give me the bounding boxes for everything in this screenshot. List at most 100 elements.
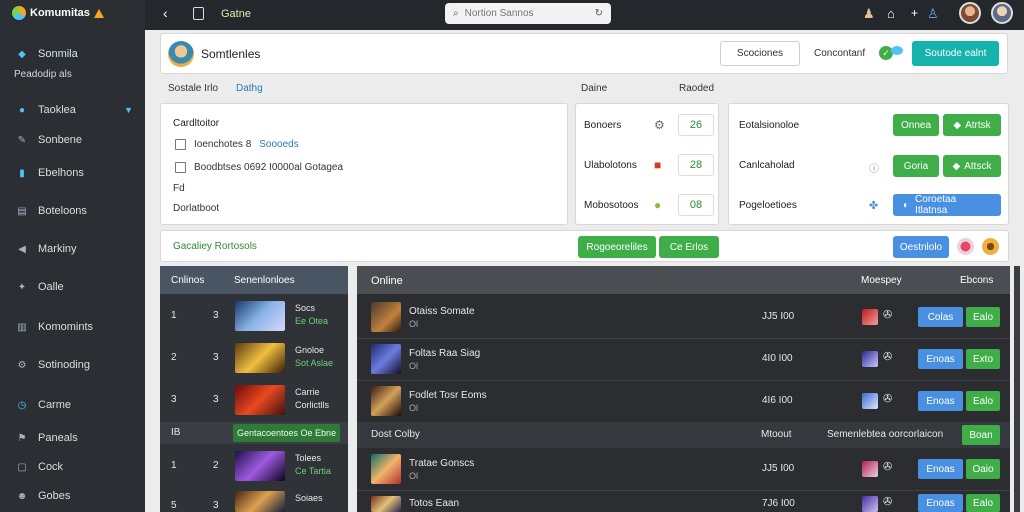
sidebar-item-10[interactable]: ⚑ Paneals (0, 427, 145, 449)
settings-button[interactable]: Oestnlolo (893, 236, 949, 258)
sidebar-item-top[interactable]: ◆ Sonmila (0, 43, 145, 65)
condition-option-1[interactable]: Ioenchotes 8 Soooeds (175, 139, 299, 150)
action-button[interactable]: Goria (893, 155, 939, 177)
secondary-button[interactable]: Scociones (720, 41, 800, 66)
search-bar[interactable]: ⌕ ↻ (445, 3, 611, 24)
coin-icon[interactable] (982, 238, 999, 255)
sidebar-item-3[interactable]: ▮ Ebelhons (0, 162, 145, 184)
row-green-button[interactable]: Ealo (966, 307, 1000, 327)
primary-button[interactable]: Soutode ealnt (912, 41, 999, 66)
checkbox[interactable] (175, 139, 186, 150)
ranking-row[interactable]: 1 2 Tolees Ce Tartia (160, 448, 348, 484)
share-icon[interactable]: ✇ (883, 460, 892, 473)
section-label[interactable]: Gentacoentoes Oe Ebne (233, 424, 341, 442)
row-blue-button[interactable]: Enoas (918, 459, 963, 479)
sidebar-item-7[interactable]: ▥ Komomints (0, 316, 145, 338)
share-icon[interactable]: ⌂ (887, 6, 895, 21)
ranking-row[interactable]: 5 3 Soiaes (160, 488, 348, 512)
online-row[interactable]: Fodlet Tosr Eoms Ol 4I6 I00 ✇ Enoas Ealo (357, 382, 1010, 420)
game-thumbnail (235, 385, 285, 415)
rank-count: 3 (213, 310, 219, 321)
sidebar-item-4[interactable]: ▤ Boteloons (0, 200, 145, 222)
share-icon[interactable]: ✇ (883, 392, 892, 405)
search-input[interactable] (464, 8, 585, 19)
game-subtitle: Ol (409, 471, 418, 481)
app-logo[interactable]: Komumitas (12, 6, 104, 20)
share-icon[interactable]: ✇ (883, 495, 892, 508)
profile-avatar[interactable] (168, 41, 194, 67)
logo-icon (12, 6, 26, 20)
game-title: Socs (295, 303, 316, 313)
chart-icon: ▮ (19, 167, 25, 179)
stat-value[interactable]: 28 (678, 154, 714, 176)
ranking-row[interactable]: 2 3 Gnoloe Sot Aslae (160, 340, 348, 376)
stat-row: Bonoers ⚙ 26 (584, 114, 714, 136)
rank-count: 3 (213, 394, 219, 405)
badge-icon[interactable] (957, 238, 974, 255)
row-blue-button[interactable]: Colas (918, 307, 963, 327)
document-icon[interactable] (193, 7, 204, 20)
row-green-button[interactable]: Ealo (966, 494, 1000, 512)
create-button[interactable]: ◐ Coroetaa Itlatnsa (893, 194, 1001, 216)
search-icon: ⌕ (453, 8, 459, 19)
online-section: Dost Colby Mtoout Semenlebtea oorcorlaic… (357, 422, 1010, 448)
rank-number: 1 (171, 310, 177, 321)
action-bar-label: Gacaliey Rortosols (173, 241, 257, 252)
sidebar-top-label: Sonmila (38, 48, 78, 60)
condition-line: Fd (173, 183, 185, 194)
ranking-row[interactable]: 1 3 Socs Ee Otea (160, 298, 348, 334)
row-blue-button[interactable]: Enoas (918, 349, 963, 369)
info-icon[interactable]: ⓘ (869, 160, 879, 175)
row-green-button[interactable]: Exto (966, 349, 1000, 369)
checkbox[interactable] (175, 162, 186, 173)
header-link[interactable]: Concontanf (814, 48, 865, 59)
sidebar-item-1[interactable]: ● Taoklea ▼ (0, 99, 145, 121)
action-button[interactable]: Onnea (893, 114, 939, 136)
avatar[interactable] (959, 2, 981, 24)
condition-option-2[interactable]: Boodbtses 0692 I0000al Gotagea (175, 162, 343, 173)
reports-button[interactable]: Rogoeoreliles (578, 236, 656, 258)
sidebar-item-8[interactable]: ⚙ Sotinoding (0, 354, 145, 376)
sidebar-item-6[interactable]: ✦ Oalle (0, 276, 145, 298)
attack-button[interactable]: ◆ Atrtsk (943, 114, 1001, 136)
sidebar-item-9[interactable]: ◷ Carme (0, 394, 145, 416)
online-col-b: Ebcons (960, 275, 994, 286)
online-row[interactable]: Otaiss Somate Ol JJ5 I00 ✇ Colas Ealo (357, 298, 1010, 336)
user-icon[interactable]: ♟ (863, 6, 875, 22)
share-icon[interactable]: ✇ (883, 308, 892, 321)
avatar-secondary[interactable] (991, 2, 1013, 24)
condition-option-link[interactable]: Soooeds (259, 139, 298, 150)
online-row[interactable]: Foltas Raa Siag Ol 4I0 I00 ✇ Enoas Exto (357, 340, 1010, 378)
share-icon[interactable]: ✇ (883, 350, 892, 363)
row-green-button[interactable]: Ealo (966, 391, 1000, 411)
stat-row: Ulabolotons ■ 28 (584, 154, 714, 176)
row-blue-button[interactable]: Enoas (918, 494, 963, 512)
row-green-button[interactable]: Oaio (966, 459, 1000, 479)
back-arrow-icon[interactable]: ‹ (163, 5, 168, 21)
online-row[interactable]: Tratae Gonscs Ol JJ5 I00 ✇ Enoas Oaio (357, 450, 1010, 488)
attack-button[interactable]: ◆ Attsck (943, 155, 1001, 177)
section-button[interactable]: Boan (962, 425, 1000, 445)
filter-value-link[interactable]: Dathg (236, 83, 263, 94)
sidebar-item-label: Oalle (38, 281, 64, 293)
sidebar-item-5[interactable]: ◀ Markiny (0, 238, 145, 260)
row-blue-button[interactable]: Enoas (918, 391, 963, 411)
sidebar-item-11[interactable]: ▢ Cock (0, 456, 145, 478)
person-icon[interactable]: ♙ (927, 6, 939, 22)
sidebar-item-2[interactable]: ✎ Sonbene (0, 129, 145, 151)
errors-button[interactable]: Ce Erlos (659, 236, 719, 258)
game-subtitle: Ol (409, 361, 418, 371)
ranking-row[interactable]: 3 3 Carrie Corlictlls (160, 382, 348, 418)
plus-icon[interactable]: + (911, 6, 918, 20)
book-icon: ▤ (17, 205, 27, 217)
rank-count: 3 (213, 500, 219, 511)
game-thumbnail (235, 491, 285, 512)
stat-value[interactable]: 26 (678, 114, 714, 136)
stat-value[interactable]: 08 (678, 194, 714, 216)
online-row[interactable]: Totos Eaan 7J6 I00 ✇ Enoas Ealo (357, 492, 1010, 512)
scrollbar[interactable] (1014, 266, 1020, 512)
chevron-down-icon[interactable]: ▼ (124, 105, 133, 115)
sidebar-item-12[interactable]: ☻ Gobes (0, 485, 145, 507)
refresh-icon[interactable]: ↻ (595, 8, 603, 19)
puzzle-icon[interactable]: ✤ (869, 199, 878, 212)
